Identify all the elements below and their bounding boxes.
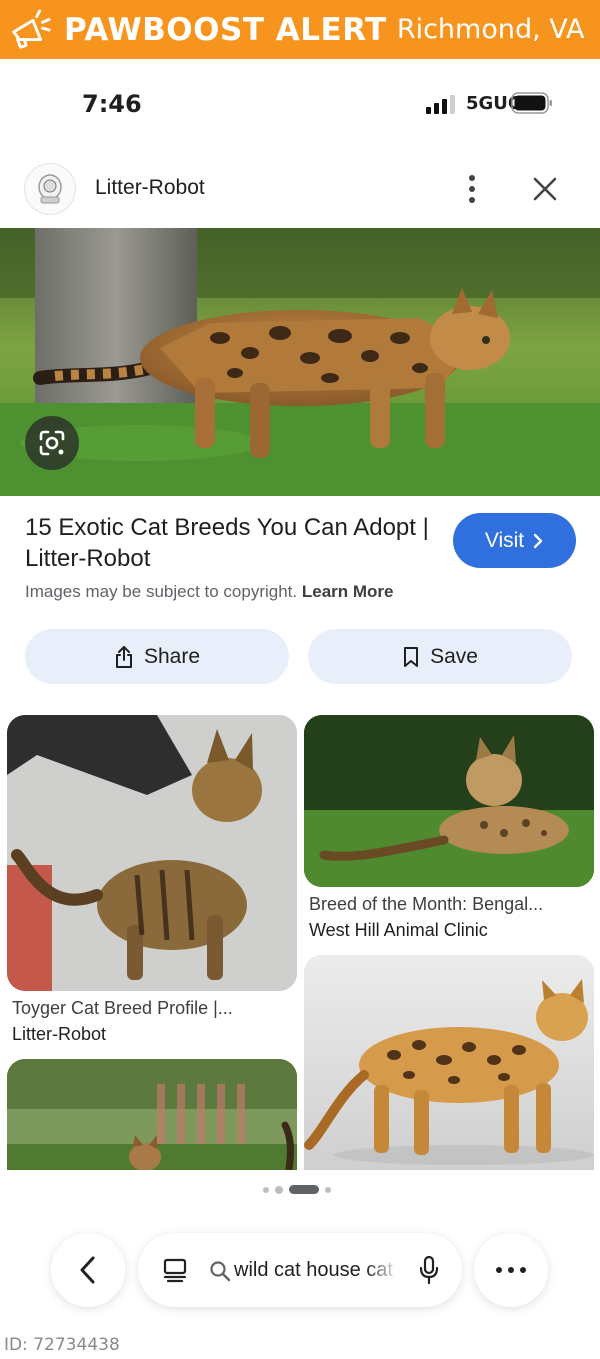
page-dot: [275, 1185, 283, 1194]
source-name[interactable]: Litter-Robot: [95, 176, 205, 200]
google-lens-button[interactable]: [25, 416, 79, 470]
lens-icon: [39, 430, 65, 456]
share-button[interactable]: Share: [25, 629, 289, 684]
visit-button[interactable]: Visit: [453, 513, 576, 568]
result-title[interactable]: 15 Exotic Cat Breeds You Can Adopt | Lit…: [25, 512, 435, 574]
close-icon[interactable]: [528, 172, 562, 206]
battery-icon: [511, 92, 552, 114]
copyright-text: Images may be subject to copyright.: [25, 582, 298, 601]
related-title[interactable]: Toyger Cat Breed Profile |...: [12, 998, 233, 1019]
page-dot: [263, 1186, 269, 1193]
search-icon: [210, 1261, 231, 1282]
copyright-notice: Images may be subject to copyright. Lear…: [25, 582, 394, 602]
toyger-cat-photo: [7, 715, 297, 991]
related-image-garden-cat[interactable]: [7, 1059, 297, 1170]
search-bar[interactable]: wild cat house cat: [138, 1233, 462, 1307]
pawboost-banner: PAWBOOST ALERT Richmond, VA: [0, 0, 600, 59]
save-button[interactable]: Save: [308, 629, 572, 684]
related-image-bengal-lying[interactable]: [304, 715, 594, 887]
page-dot-active: [289, 1185, 319, 1194]
pagination-dots: [263, 1185, 331, 1194]
source-favicon[interactable]: [24, 163, 76, 215]
listing-id: ID: 72734438: [4, 1335, 120, 1355]
bengal-lying-photo: [304, 715, 594, 887]
share-icon: [115, 645, 132, 668]
source-header: Litter-Robot: [0, 150, 600, 228]
microphone-icon[interactable]: [419, 1255, 439, 1285]
learn-more-link[interactable]: Learn More: [302, 582, 394, 601]
chevron-right-icon: [533, 533, 543, 548]
chevron-left-icon: [80, 1256, 95, 1284]
status-time: 7:46: [82, 90, 142, 118]
more-options-icon[interactable]: [458, 172, 486, 206]
bengal-standing-photo: [304, 955, 594, 1170]
save-label: Save: [430, 644, 478, 668]
cellular-signal-icon: [426, 95, 455, 114]
more-horizontal-icon: [496, 1267, 526, 1273]
related-image-toyger[interactable]: [7, 715, 297, 991]
search-query[interactable]: wild cat house cat: [234, 1259, 399, 1282]
page-dot: [325, 1186, 331, 1193]
visit-label: Visit: [484, 528, 525, 552]
megaphone-icon: [12, 8, 51, 49]
status-bar: 7:46 5GUC: [0, 59, 600, 149]
more-menu-button[interactable]: [474, 1233, 548, 1307]
share-label: Share: [143, 644, 201, 668]
bengal-cat-photo: [0, 228, 600, 496]
litter-robot-logo-icon: [38, 174, 62, 204]
related-source: Litter-Robot: [12, 1024, 107, 1044]
banner-city: Richmond, VA: [396, 14, 585, 45]
related-image-bengal-standing[interactable]: [304, 955, 594, 1170]
hero-image[interactable]: [0, 228, 600, 496]
banner-brand: PAWBOOST ALERT: [64, 11, 387, 48]
related-source: West Hill Animal Clinic: [309, 920, 488, 940]
garden-cat-photo: [7, 1059, 297, 1170]
back-button[interactable]: [51, 1233, 125, 1307]
tab-switcher-icon[interactable]: [162, 1257, 188, 1283]
bookmark-icon: [404, 646, 419, 667]
related-title[interactable]: Breed of the Month: Bengal...: [309, 894, 543, 915]
